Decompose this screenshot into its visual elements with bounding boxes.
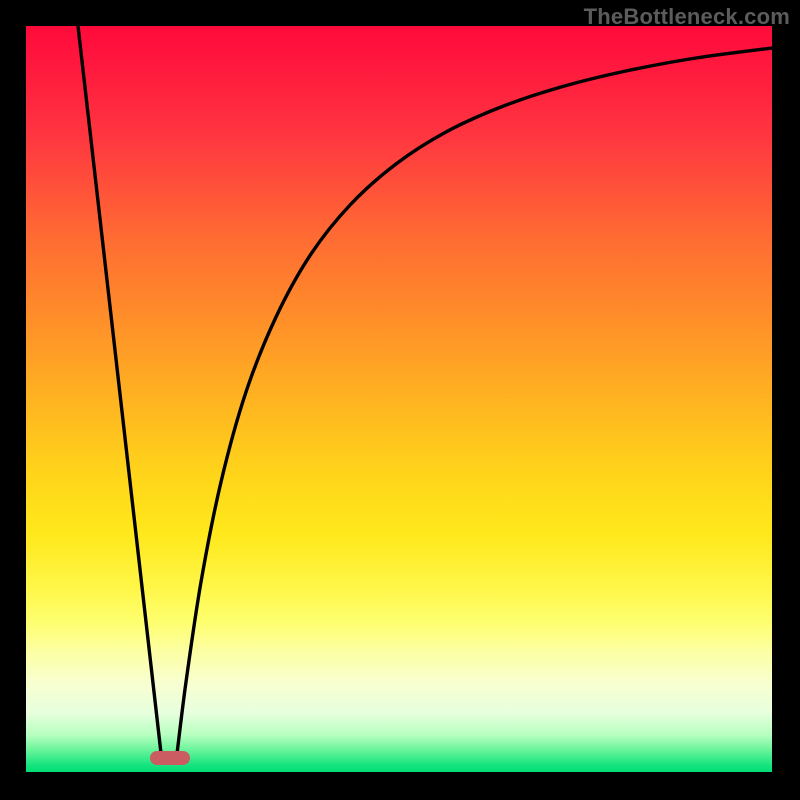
left-line: [78, 26, 162, 762]
curves-svg: [26, 26, 772, 772]
bottleneck-marker: [150, 751, 190, 765]
right-curve: [176, 48, 772, 762]
plot-area: [26, 26, 772, 772]
chart-frame: TheBottleneck.com: [0, 0, 800, 800]
